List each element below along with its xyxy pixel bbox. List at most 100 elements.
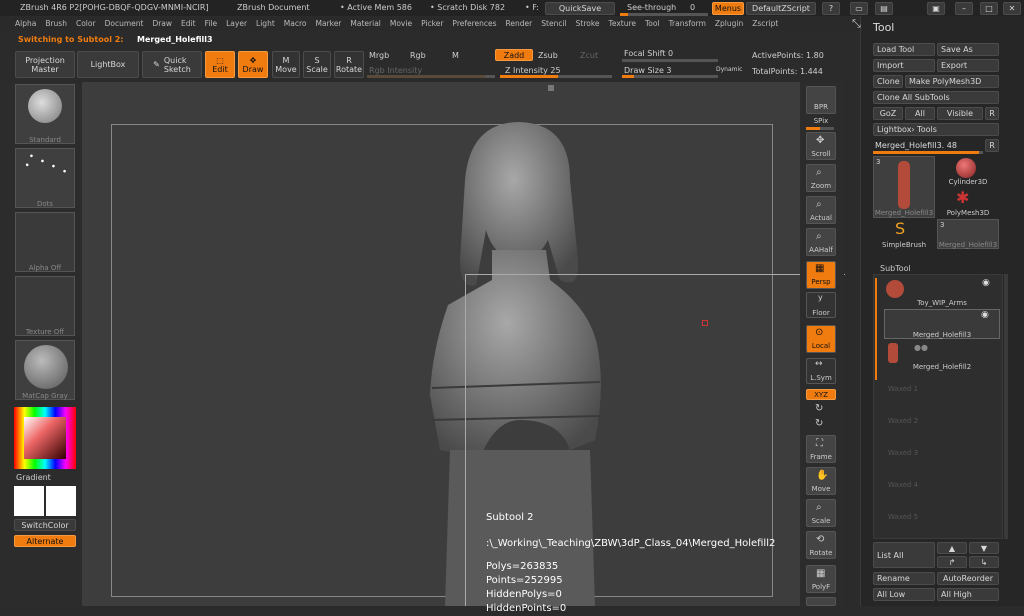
- make-polymesh-button[interactable]: Make PolyMesh3D: [905, 75, 999, 88]
- menu-zscript[interactable]: Zscript: [752, 19, 778, 28]
- move-top-button[interactable]: ↱: [937, 556, 967, 568]
- default-zscript-button[interactable]: DefaultZScript: [746, 2, 816, 15]
- list-all-button[interactable]: List All: [873, 542, 935, 568]
- maximize-icon[interactable]: □: [980, 2, 998, 15]
- rotate-y-icon[interactable]: ↻: [815, 403, 823, 414]
- dynamic-button[interactable]: Dynamic: [716, 66, 742, 73]
- menus-button[interactable]: Menus: [712, 2, 744, 15]
- dots-stroke-thumb[interactable]: • • • • •: [15, 148, 75, 208]
- quicksave-button[interactable]: QuickSave: [545, 2, 615, 15]
- subtool-scrollbar[interactable]: [1004, 274, 1008, 539]
- menu-render[interactable]: Render: [506, 19, 533, 28]
- rotate-z-icon[interactable]: ↻: [815, 418, 823, 429]
- switch-color-button[interactable]: SwitchColor: [14, 519, 76, 531]
- subtool-merged2-toggle-icon[interactable]: ●●: [914, 343, 928, 352]
- menu-picker[interactable]: Picker: [421, 19, 443, 28]
- save-as-button[interactable]: Save As: [937, 43, 999, 56]
- zcut-button[interactable]: Zcut: [580, 51, 598, 60]
- menu-macro[interactable]: Macro: [284, 19, 307, 28]
- goz-all-button[interactable]: All: [905, 107, 935, 120]
- canvas-scroll-indicator[interactable]: [548, 85, 554, 91]
- polymesh3d-icon[interactable]: ✱: [956, 188, 969, 207]
- current-tool-slider[interactable]: [873, 151, 983, 154]
- menu-color[interactable]: Color: [76, 19, 96, 28]
- menu-edit[interactable]: Edit: [181, 19, 196, 28]
- spix-slider[interactable]: [806, 127, 834, 130]
- all-high-button[interactable]: All High: [937, 588, 999, 601]
- subtool-merged3-eye-icon[interactable]: ◉: [981, 310, 989, 320]
- menu-zplugin[interactable]: Zplugin: [715, 19, 743, 28]
- subtool-arms-eye-icon[interactable]: ◉: [982, 278, 990, 288]
- simplebrush-icon[interactable]: S: [895, 219, 905, 238]
- all-low-button[interactable]: All Low: [873, 588, 935, 601]
- menu-texture[interactable]: Texture: [609, 19, 636, 28]
- menu-transform[interactable]: Transform: [669, 19, 706, 28]
- minimize-icon[interactable]: –: [955, 2, 973, 15]
- texture-thumb[interactable]: [15, 276, 75, 336]
- tool-palette-grip-icon[interactable]: ⤡: [852, 17, 861, 31]
- quick-sketch-button[interactable]: ✎ Quick Sketch: [142, 51, 202, 78]
- import-button[interactable]: Import: [873, 59, 935, 72]
- draw-button[interactable]: ✥ Draw: [238, 51, 268, 78]
- focal-shift-slider[interactable]: [622, 59, 718, 62]
- goz-r-button[interactable]: R: [985, 107, 999, 120]
- goz-button[interactable]: GoZ: [873, 107, 903, 120]
- menu-layer[interactable]: Layer: [226, 19, 247, 28]
- z-intensity-slider[interactable]: [500, 75, 612, 78]
- rgb-button[interactable]: Rgb: [410, 51, 426, 60]
- menu-alpha[interactable]: Alpha: [15, 19, 36, 28]
- secondary-color-swatch[interactable]: [46, 486, 76, 516]
- see-through-slider[interactable]: [620, 13, 708, 16]
- lightbox-button[interactable]: LightBox: [77, 51, 139, 78]
- menu-document[interactable]: Document: [105, 19, 144, 28]
- material-thumb[interactable]: [15, 340, 75, 400]
- bpr-button[interactable]: BPR: [806, 86, 836, 114]
- goz-visible-button[interactable]: Visible: [937, 107, 983, 120]
- clone-all-subtools-button[interactable]: Clone All SubTools: [873, 91, 999, 104]
- move-button[interactable]: M Move: [272, 51, 300, 78]
- menu-file[interactable]: File: [205, 19, 218, 28]
- layout-icon[interactable]: ▭: [850, 2, 868, 15]
- rgb-intensity-slider[interactable]: [367, 75, 495, 78]
- menu-material[interactable]: Material: [350, 19, 380, 28]
- rotate-button[interactable]: R Rotate: [334, 51, 364, 78]
- menu-brush[interactable]: Brush: [45, 19, 67, 28]
- draw-size-slider[interactable]: [622, 75, 718, 78]
- alternate-button[interactable]: Alternate: [14, 535, 76, 547]
- rename-button[interactable]: Rename: [873, 572, 935, 585]
- menu-stencil[interactable]: Stencil: [541, 19, 566, 28]
- move-up-button[interactable]: ▲: [937, 542, 967, 554]
- export-button[interactable]: Export: [937, 59, 999, 72]
- menu-marker[interactable]: Marker: [315, 19, 341, 28]
- mrgb-button[interactable]: Mrgb: [369, 51, 389, 60]
- lightbox-tools-button[interactable]: Lightbox› Tools: [873, 123, 999, 136]
- color-picker[interactable]: [14, 407, 76, 469]
- standard-brush-thumb[interactable]: [15, 84, 75, 144]
- load-tool-button[interactable]: Load Tool: [873, 43, 935, 56]
- m-button[interactable]: M: [452, 51, 459, 60]
- menu-preferences[interactable]: Preferences: [452, 19, 496, 28]
- xyz-button[interactable]: XYZ: [806, 389, 836, 400]
- zsub-button[interactable]: Zsub: [538, 51, 558, 60]
- autoreorder-button[interactable]: AutoReorder: [937, 572, 999, 585]
- move-down-button[interactable]: ▼: [969, 542, 999, 554]
- save-icon[interactable]: ▣: [927, 2, 945, 15]
- zadd-button[interactable]: Zadd: [495, 49, 533, 61]
- scale-button[interactable]: S Scale: [303, 51, 331, 78]
- menu-movie[interactable]: Movie: [390, 19, 412, 28]
- menu-draw[interactable]: Draw: [152, 19, 172, 28]
- cylinder3d-icon[interactable]: [956, 158, 976, 178]
- swap-icon[interactable]: ▤: [875, 2, 893, 15]
- menu-light[interactable]: Light: [256, 19, 275, 28]
- menu-tool[interactable]: Tool: [645, 19, 660, 28]
- projection-master-button[interactable]: Projection Master: [15, 51, 75, 78]
- menu-stroke[interactable]: Stroke: [576, 19, 600, 28]
- transp-button[interactable]: [806, 597, 836, 606]
- alpha-thumb[interactable]: [15, 212, 75, 272]
- help-icon[interactable]: ?: [822, 2, 840, 15]
- close-icon[interactable]: ✕: [1003, 2, 1021, 15]
- main-color-swatch[interactable]: [14, 486, 44, 516]
- move-bottom-button[interactable]: ↳: [969, 556, 999, 568]
- edit-button[interactable]: ⬚ Edit: [205, 51, 235, 78]
- clone-button[interactable]: Clone: [873, 75, 903, 88]
